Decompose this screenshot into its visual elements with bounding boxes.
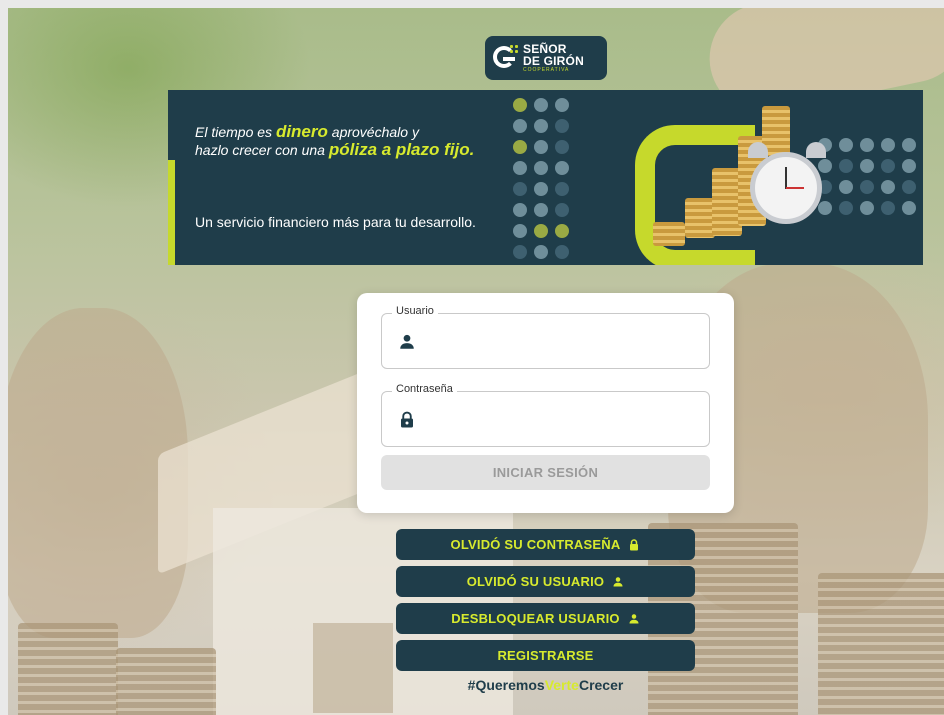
hashtag-part: #Queremos (467, 677, 545, 693)
decorative-dot-grid (818, 138, 916, 215)
password-label: Contraseña (392, 383, 457, 395)
username-label: Usuario (392, 305, 438, 317)
forgot-password-label: OLVIDÓ SU CONTRASEÑA (450, 537, 621, 552)
banner-text-segment: hazlo crecer con una (195, 142, 329, 158)
password-field[interactable]: Contraseña (381, 383, 710, 447)
unlock-user-button[interactable]: DESBLOQUEAR USUARIO (396, 603, 695, 634)
promo-banner: El tiempo es dinero aprovéchalo y hazlo … (168, 90, 923, 265)
username-input[interactable] (426, 324, 696, 358)
coin-stack-image (18, 623, 118, 715)
user-icon (400, 334, 414, 349)
hashtag-highlight: Verte (544, 677, 579, 693)
logo-g-icon (493, 44, 519, 70)
coin-stack-image (653, 222, 685, 246)
banner-headline: El tiempo es dinero aprovéchalo y hazlo … (195, 123, 525, 159)
forgot-user-label: OLVIDÓ SU USUARIO (466, 574, 605, 589)
clock-bell (806, 142, 826, 158)
banner-text-segment: aprovéchalo y (327, 124, 419, 140)
banner-text-segment: El tiempo es (195, 124, 276, 140)
campaign-hashtag: #QueremosVerteCrecer (396, 677, 695, 693)
unlock-user-label: DESBLOQUEAR USUARIO (451, 611, 620, 626)
register-button[interactable]: REGISTRARSE (396, 640, 695, 671)
logo-text: SEÑOR DE GIRÓN COOPERATIVA (523, 43, 584, 73)
lock-icon (630, 538, 639, 550)
coin-stack-image (818, 573, 944, 715)
user-icon (629, 613, 639, 623)
house-door-image (313, 623, 393, 713)
login-button[interactable]: INICIAR SESIÓN (381, 455, 710, 490)
brand-logo: SEÑOR DE GIRÓN COOPERATIVA (485, 36, 607, 80)
register-label: REGISTRARSE (497, 648, 594, 663)
logo-name-line2: DE GIRÓN (523, 54, 584, 68)
coin-stack-image (116, 648, 216, 715)
decorative-dot-grid (513, 98, 569, 259)
coin-stack-image (685, 198, 715, 238)
forgot-user-button[interactable]: OLVIDÓ SU USUARIO (396, 566, 695, 597)
alarm-clock-icon (750, 152, 822, 224)
clock-bell (748, 142, 768, 158)
banner-accent-bar (168, 160, 175, 265)
password-input[interactable] (426, 402, 696, 436)
banner-tagline: Un servicio financiero más para tu desar… (195, 214, 476, 230)
forgot-password-button[interactable]: OLVIDÓ SU CONTRASEÑA (396, 529, 695, 560)
hashtag-part: Crecer (578, 677, 624, 693)
user-icon (613, 576, 623, 586)
banner-highlight: dinero (275, 122, 328, 141)
banner-highlight: póliza a plazo fijo. (328, 140, 475, 159)
username-field[interactable]: Usuario (381, 305, 710, 369)
login-form: Usuario Contraseña INICIAR SESIÓN (357, 293, 734, 513)
lock-icon (401, 411, 413, 428)
